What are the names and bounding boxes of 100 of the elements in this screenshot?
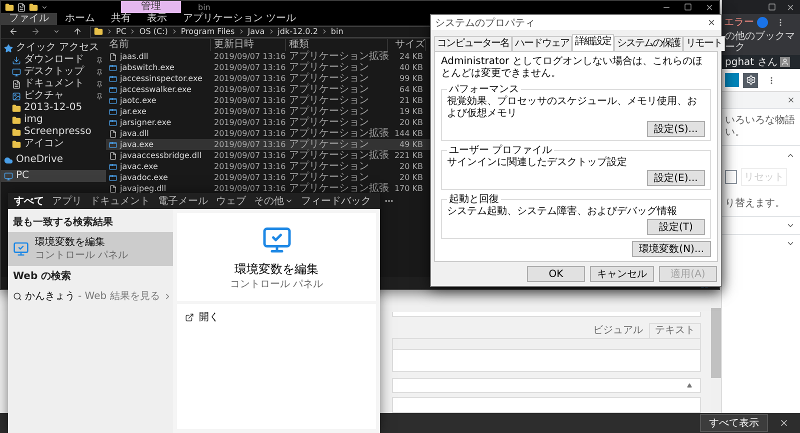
settings-icon (746, 75, 756, 85)
file-name: jaotc.exe (120, 96, 156, 105)
folder-icon (12, 128, 21, 136)
file-name: jaas.dll (120, 52, 148, 61)
settings-button[interactable] (743, 72, 758, 88)
group-title: パフォーマンス (448, 83, 520, 96)
breadcrumb-item[interactable]: jdk-12.0.2 (278, 27, 318, 36)
folder-icon (12, 116, 21, 124)
feedback-link[interactable]: フィードバック (301, 194, 371, 208)
dialog-button[interactable]: キャンセル (590, 266, 654, 282)
table-cell-text: 2019/09/07 13:16 (213, 118, 286, 127)
column-header[interactable]: 更新日時 (211, 39, 286, 51)
chevron-icon (170, 28, 178, 35)
nav-item[interactable]: ダウンロード (1, 54, 106, 66)
pin-icon (96, 68, 103, 76)
table-cell-text: 64 KB (398, 85, 424, 94)
table-cell-text: 21 KB (398, 96, 424, 105)
chevron-icon (268, 28, 275, 35)
pin-icon (96, 56, 103, 64)
user-avatar[interactable] (780, 57, 790, 67)
close-icon (787, 96, 795, 104)
dialog-tab[interactable]: ハードウェア (512, 36, 572, 51)
group-description: サインインに関連したデスクトップ設定 (447, 157, 628, 169)
app-window-icon (109, 64, 117, 72)
nav-item[interactable]: img (1, 114, 106, 126)
search-tab[interactable]: その他 (254, 194, 293, 208)
search-tab[interactable]: ドキュメント (90, 194, 150, 208)
settings-button[interactable]: 設定(S)... (647, 121, 705, 137)
section-heading: Web の検索 (12, 270, 72, 284)
notice-text: Administrator としてログオンしない場合は、これらのほとんどは変更できません。 (441, 56, 704, 80)
app-window-icon (109, 86, 117, 94)
table-cell-text: 99 KB (398, 74, 424, 83)
ribbon-tab[interactable]: アプリケーション ツール (175, 13, 304, 25)
dialog-button[interactable]: OK (527, 266, 585, 282)
dialog-tab[interactable]: リモート (683, 36, 725, 51)
app-window-icon (109, 74, 117, 82)
table-cell-text: 19 KB (398, 107, 424, 116)
table-cell-text: 144 KB (393, 129, 424, 138)
editor-tab[interactable]: ビジュアル (587, 323, 649, 338)
web-search-result[interactable]: かんきょう - Web 結果を見る (8, 286, 173, 306)
preview-subtitle: コントロール パネル (230, 278, 324, 291)
app-window-icon (109, 162, 117, 170)
ribbon-tab[interactable]: 表示 (139, 13, 175, 25)
app-window-icon (109, 140, 117, 148)
nav-item[interactable]: 2013-12-05 (1, 102, 106, 114)
breadcrumb-item[interactable]: Java (248, 27, 265, 36)
search-tab[interactable]: 電子メール (158, 194, 208, 208)
scrollbar-thumb[interactable] (711, 308, 721, 378)
settings-button[interactable]: 設定(T) (647, 219, 705, 235)
file-icon (109, 52, 117, 60)
chevron-icon (106, 28, 113, 35)
ribbon-tab[interactable]: 共有 (103, 13, 139, 25)
breadcrumb-item[interactable]: OS (C:) (139, 27, 168, 36)
search-tab[interactable]: アプリ (52, 194, 82, 208)
ribbon-tab[interactable]: ファイル (1, 13, 57, 25)
nav-item[interactable]: ピクチャ (1, 90, 106, 102)
column-header[interactable]: サイズ (388, 39, 426, 51)
profile-avatar[interactable] (757, 16, 768, 28)
breadcrumb-item[interactable]: PC (116, 27, 126, 36)
editor-tab[interactable]: テキスト (649, 323, 701, 338)
file-name: javaaccessbridge.dll (120, 151, 202, 160)
monitor-icon (12, 68, 21, 76)
help-text: り替えます。 (724, 196, 786, 211)
open-action[interactable]: 開く (185, 310, 219, 324)
table-cell-text: 170 KB (393, 184, 424, 193)
breadcrumb-item[interactable]: bin (330, 27, 344, 36)
nav-item[interactable]: Screenpresso (1, 126, 106, 138)
settings-button[interactable]: 設定(E)... (647, 170, 705, 186)
search-tab[interactable]: すべて (14, 194, 44, 208)
maximize-icon (684, 3, 692, 11)
column-header[interactable]: 名前 (106, 39, 211, 51)
search-result[interactable]: 環境変数を編集 コントロール パネル (8, 232, 173, 266)
ribbon-tab[interactable]: ホーム (57, 13, 103, 25)
table-cell-text: アプリケーション (288, 139, 369, 150)
nav-item[interactable]: デスクトップ (1, 66, 106, 78)
nav-item[interactable]: ドキュメント (1, 78, 106, 90)
file-name: javajpeg.dll (120, 184, 166, 193)
back-icon (9, 27, 18, 36)
caret-icon (53, 28, 60, 35)
file-name: java.exe (120, 140, 154, 149)
nav-item[interactable]: PC (1, 170, 106, 182)
dialog-tab[interactable]: コンピューター名 (434, 36, 512, 51)
context-tab[interactable]: 管理 (121, 1, 181, 13)
window-title: bin (198, 2, 210, 12)
show-all-button[interactable]: すべて表示 (700, 414, 768, 432)
input-field[interactable] (725, 170, 737, 184)
breadcrumb-item[interactable]: Program Files (180, 27, 235, 36)
nav-item[interactable]: アイコン (1, 138, 106, 150)
close-icon (779, 418, 789, 428)
open-icon (185, 312, 194, 322)
dialog-tab[interactable]: システムの保護 (614, 36, 683, 51)
dialog-tab[interactable]: 詳細設定 (572, 34, 614, 51)
nav-item[interactable]: OneDrive (1, 154, 106, 166)
environment-variables-button[interactable]: 環境変数(N)... (632, 241, 711, 257)
nav-item[interactable]: クイック アクセス (1, 42, 106, 54)
column-header[interactable]: 種類 (286, 39, 388, 51)
search-tab[interactable]: ウェブ (216, 194, 246, 208)
picture-icon (12, 92, 21, 100)
bookmarks-folder[interactable]: の他のブックマーク (722, 30, 800, 55)
chevron-icon (129, 28, 136, 35)
